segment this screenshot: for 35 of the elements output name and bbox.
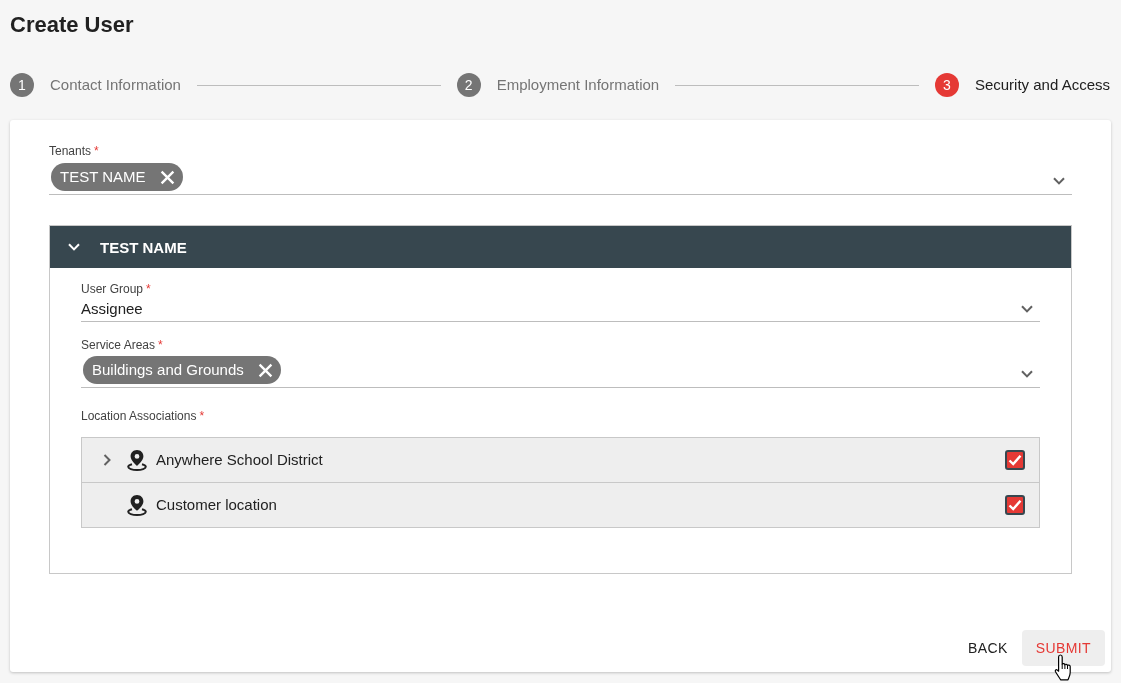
back-button[interactable]: BACK: [953, 630, 1022, 666]
step-label[interactable]: Employment Information: [496, 76, 660, 94]
service-areas-select[interactable]: Buildings and Grounds: [81, 352, 1040, 388]
field-label: User Group: [81, 282, 144, 296]
chevron-down-icon: [1053, 177, 1065, 185]
field-label: Service Areas: [81, 338, 156, 352]
chip-label: Buildings and Grounds: [92, 361, 244, 379]
chevron-down-icon: [1021, 305, 1033, 313]
required-mark: *: [199, 409, 205, 423]
location-name[interactable]: Anywhere School District: [156, 451, 323, 469]
location-name[interactable]: Customer location: [156, 496, 277, 514]
close-icon[interactable]: [257, 362, 273, 378]
location-pin-icon: [127, 494, 147, 516]
chevron-down-icon: [1021, 370, 1033, 378]
required-mark: *: [158, 338, 163, 352]
step-number[interactable]: 1: [10, 73, 34, 97]
step-label[interactable]: Contact Information: [50, 76, 181, 94]
close-icon[interactable]: [159, 169, 175, 185]
step-number[interactable]: 2: [456, 73, 481, 97]
required-mark: *: [94, 144, 99, 158]
step-label[interactable]: Security and Access: [974, 76, 1110, 94]
field-label: Location Associations: [81, 409, 197, 423]
user-group-select[interactable]: Assignee: [81, 296, 1040, 322]
checkbox[interactable]: [1005, 450, 1025, 470]
location-pin-icon: [127, 449, 147, 471]
field-label: Tenants: [49, 144, 92, 158]
submit-button[interactable]: SUBMIT: [1021, 630, 1105, 666]
required-mark: *: [146, 282, 151, 296]
chip-label: TEST NAME: [60, 168, 146, 186]
accordion-header[interactable]: TEST NAME: [50, 226, 1071, 268]
checkbox[interactable]: [1005, 495, 1025, 515]
tenants-select[interactable]: TEST NAME: [49, 158, 1072, 195]
page-title: Create User: [10, 12, 134, 38]
step-number[interactable]: 3: [934, 73, 959, 97]
chevron-right-icon[interactable]: [103, 454, 111, 466]
